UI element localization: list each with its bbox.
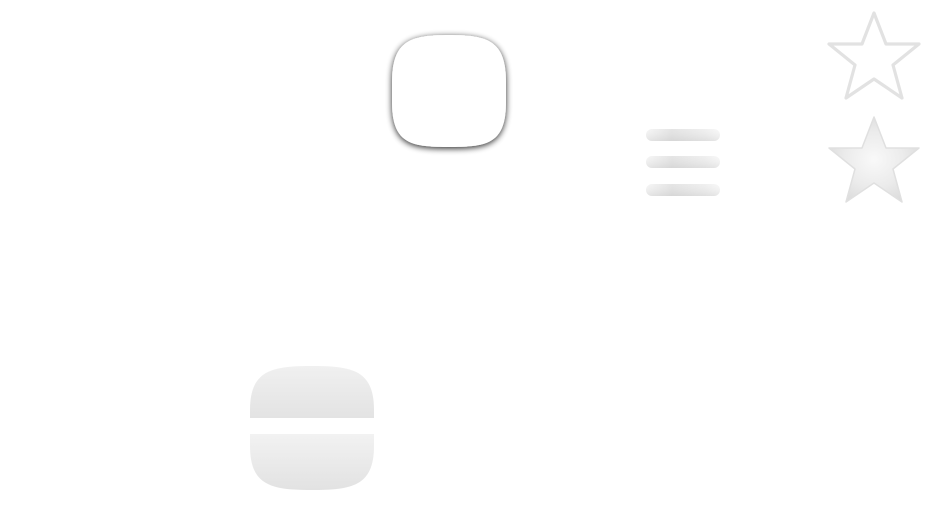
star-filled-icon (828, 116, 920, 203)
split-rounded-tile-icon (250, 366, 374, 490)
rounded-square-icon (392, 35, 506, 147)
hamburger-menu-icon (646, 129, 720, 196)
icon-canvas (0, 0, 927, 511)
star-outline-icon (827, 11, 921, 100)
